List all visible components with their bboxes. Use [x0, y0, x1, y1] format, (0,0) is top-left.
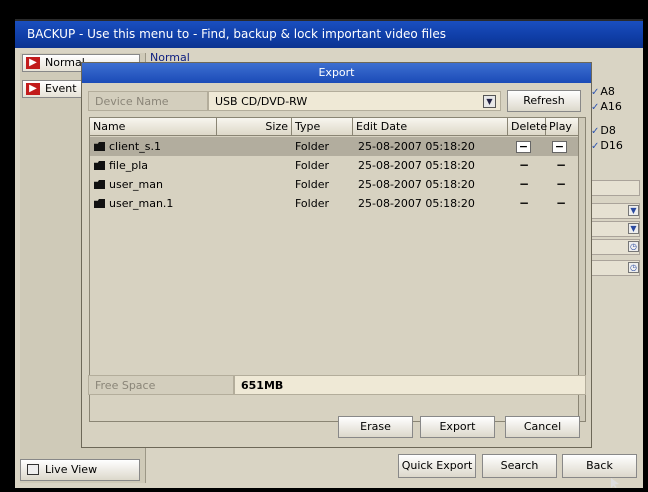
folder-icon — [94, 180, 105, 189]
search-button[interactable]: Search — [482, 454, 557, 478]
refresh-button[interactable]: Refresh — [507, 90, 581, 112]
delete-button[interactable]: − — [519, 194, 529, 213]
clock-icon: ◷ — [628, 241, 639, 252]
erase-button[interactable]: Erase — [338, 416, 413, 438]
row-name-cell: file_pla — [94, 156, 148, 175]
play-button[interactable]: − — [556, 156, 566, 175]
folder-icon — [94, 161, 105, 170]
table-row[interactable]: client_s.1 Folder 25-08-2007 05:18:20 − … — [90, 137, 585, 156]
delete-button[interactable]: − — [519, 175, 529, 194]
background-time-field[interactable]: ◷ — [586, 239, 640, 255]
column-header-type[interactable]: Type — [292, 118, 353, 136]
device-name-value: USB CD/DVD-RW — [215, 95, 308, 108]
delete-button[interactable]: − — [519, 156, 529, 175]
background-select[interactable]: ▼ — [586, 221, 640, 237]
row-date-cell: 25-08-2007 05:18:20 — [358, 159, 475, 172]
checkmark-icon: ✓ — [591, 141, 600, 152]
back-button[interactable]: Back — [562, 454, 637, 478]
row-type-cell: Folder — [295, 197, 329, 210]
export-button[interactable]: Export — [420, 416, 495, 438]
table-row[interactable]: user_man Folder 25-08-2007 05:18:20 − − — [90, 175, 585, 194]
row-type-cell: Folder — [295, 178, 329, 191]
play-button[interactable]: − — [556, 175, 566, 194]
channel-check-d8[interactable]: ✓D8 — [591, 124, 616, 137]
window-title: BACKUP - Use this menu to - Find, backup… — [15, 21, 643, 48]
free-space-value: 651MB — [234, 375, 586, 395]
arrow-right-icon: ▶ — [26, 57, 40, 69]
live-view-button[interactable]: Live View — [20, 459, 140, 481]
chevron-down-icon: ▼ — [628, 223, 639, 234]
live-view-label: Live View — [45, 463, 98, 476]
file-name: user_man — [109, 178, 163, 191]
clock-icon: ◷ — [628, 262, 639, 273]
row-type-cell: Folder — [295, 140, 329, 153]
file-name: client_s.1 — [109, 140, 161, 153]
table-row[interactable]: user_man.1 Folder 25-08-2007 05:18:20 − … — [90, 194, 585, 213]
channel-label: A8 — [600, 85, 615, 98]
row-name-cell: user_man.1 — [94, 194, 173, 213]
tab-event-label: Event — [45, 82, 77, 95]
background-time-field[interactable]: ◷ — [586, 260, 640, 276]
device-name-select[interactable]: USB CD/DVD-RW ▼ — [208, 91, 501, 111]
column-header-play[interactable]: Play — [546, 118, 580, 136]
row-date-cell: 25-08-2007 05:18:20 — [358, 178, 475, 191]
column-header-edit-date[interactable]: Edit Date — [353, 118, 508, 136]
channel-label: D16 — [600, 139, 623, 152]
play-button[interactable]: − — [556, 194, 566, 213]
column-header-name[interactable]: Name — [90, 118, 217, 136]
play-button[interactable]: − — [552, 141, 567, 153]
dialog-title: Export — [82, 63, 591, 83]
column-header-delete[interactable]: Delete — [508, 118, 547, 136]
chevron-down-icon[interactable]: ▼ — [483, 95, 496, 108]
live-view-icon — [27, 464, 39, 475]
device-name-label: Device Name — [88, 91, 208, 111]
free-space-label: Free Space — [88, 375, 234, 395]
delete-button[interactable]: − — [516, 141, 531, 153]
file-name: file_pla — [109, 159, 149, 172]
cancel-button[interactable]: Cancel — [505, 416, 580, 438]
folder-icon — [94, 142, 105, 151]
folder-icon — [94, 199, 105, 208]
row-name-cell: user_man — [94, 175, 163, 194]
row-type-cell: Folder — [295, 159, 329, 172]
channel-label: A16 — [600, 100, 622, 113]
background-select[interactable]: ▼ — [586, 203, 640, 219]
tab-normal-label: Normal — [45, 56, 85, 69]
row-date-cell: 25-08-2007 05:18:20 — [358, 197, 475, 210]
checkmark-icon: ✓ — [591, 126, 600, 137]
file-name: user_man.1 — [109, 197, 174, 210]
checkmark-icon: ✓ — [591, 87, 600, 98]
export-dialog: Export Device Name USB CD/DVD-RW ▼ Refre… — [81, 62, 592, 448]
checkmark-icon: ✓ — [591, 102, 600, 113]
channel-check-d16[interactable]: ✓D16 — [591, 139, 623, 152]
chevron-down-icon: ▼ — [628, 205, 639, 216]
column-header-size[interactable]: Size — [217, 118, 292, 136]
channel-check-a8[interactable]: ✓A8 — [591, 85, 615, 98]
row-name-cell: client_s.1 — [94, 137, 161, 156]
table-header: Name Size Type Edit Date Delete Play — [90, 118, 585, 136]
background-field — [586, 180, 640, 196]
table-row[interactable]: file_pla Folder 25-08-2007 05:18:20 − − — [90, 156, 585, 175]
row-date-cell: 25-08-2007 05:18:20 — [358, 140, 475, 153]
channel-check-a16[interactable]: ✓A16 — [591, 100, 622, 113]
channel-label: D8 — [600, 124, 616, 137]
arrow-right-icon: ▶ — [26, 83, 40, 95]
quick-export-button[interactable]: Quick Export — [398, 454, 476, 478]
